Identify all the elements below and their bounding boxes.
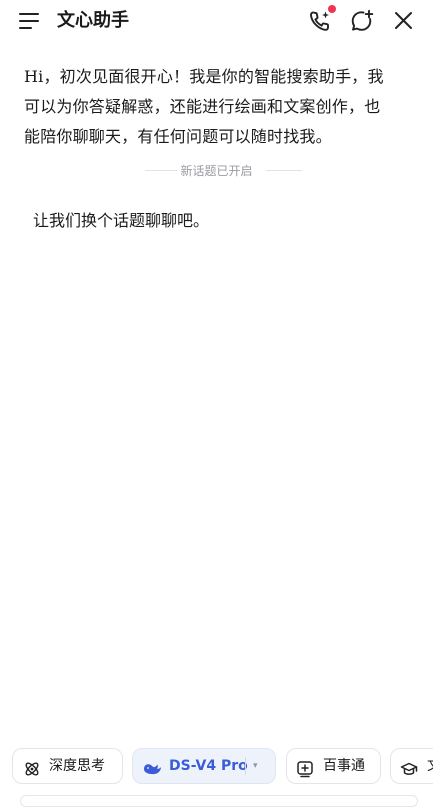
atom-icon — [23, 757, 41, 776]
baishitong-label: 百事通 — [323, 758, 365, 774]
top-bar: 文心助手 — [0, 0, 433, 44]
model-selector-button[interactable]: DS-V4 Pro ▾ — [132, 748, 276, 784]
new-chat-icon[interactable] — [348, 7, 376, 35]
menu-icon[interactable] — [16, 8, 44, 34]
baishitong-button[interactable]: 百事通 — [286, 748, 381, 784]
topic-message: 让我们换个话题聊聊吧。 — [33, 211, 210, 230]
close-icon[interactable] — [390, 7, 418, 35]
model-label: DS-V4 Pro — [169, 758, 248, 774]
study-button[interactable]: 文 — [390, 748, 433, 784]
divider-line-right — [266, 170, 302, 171]
deep-think-button[interactable]: 深度思考 — [12, 748, 123, 784]
greeting-line: 可以为你答疑解惑，还能进行绘画和文案创作，也 — [24, 97, 381, 116]
divider-text: 新话题已开启 — [180, 164, 253, 178]
chevron-down-icon[interactable]: ▾ — [253, 749, 258, 783]
deep-think-label: 深度思考 — [49, 758, 105, 774]
model-separator — [245, 757, 246, 775]
study-label: 文 — [427, 749, 433, 783]
notification-dot — [328, 5, 336, 13]
assistant-greeting-message: Hi，初次见面很开心！我是你的智能搜索助手，我 可以为你答疑解惑，还能进行绘画和… — [24, 62, 412, 152]
greeting-line: Hi，初次见面很开心！我是你的智能搜索助手，我 — [24, 67, 384, 86]
app-title: 文心助手 — [57, 10, 129, 31]
plus-box-icon — [296, 757, 314, 778]
new-topic-divider: 新话题已开启 — [0, 160, 433, 182]
graduation-cap-icon — [400, 757, 418, 775]
greeting-line: 能陪你聊聊天，有任何问题可以随时找我。 — [24, 127, 332, 146]
whale-icon — [142, 757, 162, 775]
message-input-box[interactable] — [20, 795, 418, 807]
